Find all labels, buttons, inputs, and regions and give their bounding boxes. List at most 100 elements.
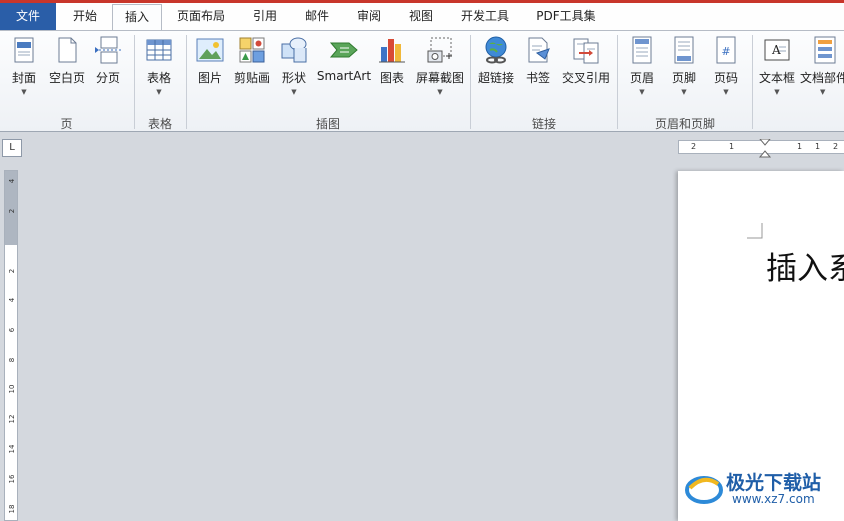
page-break-label: 分页: [95, 71, 120, 85]
tab-selector[interactable]: L: [2, 139, 22, 157]
page-number-icon: #: [716, 36, 736, 64]
ruler-tick: 1: [815, 142, 821, 151]
chevron-down-icon: ▼: [723, 88, 729, 96]
footer-button[interactable]: 页脚 ▼: [668, 35, 700, 96]
cross-reference-icon: [573, 38, 599, 64]
picture-label: 图片: [197, 71, 222, 85]
ruler-tick: 2: [8, 208, 16, 214]
ruler-tick: 2: [833, 142, 839, 151]
hyperlink-label: 超链接: [477, 71, 514, 85]
ruler-tick: 2: [8, 268, 16, 274]
tab-view[interactable]: 视图: [396, 3, 446, 30]
quick-parts-button[interactable]: 文档部件 ▼: [800, 35, 844, 96]
chevron-down-icon: ▼: [774, 88, 780, 96]
tab-insert[interactable]: 插入: [112, 4, 162, 31]
chevron-down-icon: ▼: [156, 88, 162, 96]
page-number-button[interactable]: # 页码 ▼: [710, 35, 742, 96]
tab-file[interactable]: 文件: [0, 3, 56, 30]
blank-page-icon: [58, 37, 77, 63]
chevron-down-icon: ▼: [820, 88, 826, 96]
hyperlink-button[interactable]: 超链接: [476, 35, 516, 86]
chart-button[interactable]: 图表: [377, 35, 407, 86]
cross-reference-button[interactable]: 交叉引用: [559, 35, 613, 86]
group-label-illustrations: 插图: [315, 117, 340, 131]
chevron-down-icon: ▼: [291, 88, 297, 96]
header-button[interactable]: 页眉 ▼: [626, 35, 658, 96]
ruler-tick: 4: [8, 178, 16, 184]
ruler-tick: 18: [8, 504, 16, 514]
table-icon: [146, 39, 172, 61]
group-label-pages: 页: [60, 117, 73, 131]
group-label-header-footer: 页眉和页脚: [654, 117, 715, 131]
watermark-url: www.xz7.com: [732, 492, 815, 506]
ribbon-insert-panel: 封面 ▼ 空白页 分页 页 表格 ▼ 表格 图片 剪贴画 形状 ▼ SmartA…: [0, 30, 844, 132]
clipart-button[interactable]: 剪贴画: [232, 35, 272, 86]
chevron-down-icon: ▼: [21, 88, 27, 96]
table-button[interactable]: 表格 ▼: [142, 35, 176, 96]
smartart-icon: [329, 42, 358, 58]
ruler-tick: 10: [8, 384, 16, 394]
screenshot-icon: [427, 37, 452, 63]
header-icon: [632, 36, 652, 64]
page-break-icon: [95, 36, 121, 64]
picture-button[interactable]: 图片: [194, 35, 226, 86]
chevron-down-icon: ▼: [681, 88, 687, 96]
tab-review[interactable]: 审阅: [344, 3, 394, 30]
group-label-table: 表格: [147, 117, 172, 131]
group-divider: [752, 35, 753, 129]
vertical-ruler: 4 2 2 4 6 8 10 12 14 16 18: [4, 170, 18, 521]
footer-icon: [674, 36, 694, 64]
page-number-label: 页码: [713, 71, 738, 85]
margin-corner-mark: [747, 223, 763, 239]
ruler-tick: 1: [797, 142, 803, 151]
bookmark-button[interactable]: 书签: [523, 35, 553, 86]
footer-label: 页脚: [671, 71, 696, 85]
screenshot-button[interactable]: 屏幕截图 ▼: [414, 35, 466, 96]
bookmark-icon: [528, 37, 550, 63]
ruler-tick: 2: [691, 142, 697, 151]
blank-page-button[interactable]: 空白页: [46, 35, 88, 86]
picture-icon: [196, 38, 224, 62]
screenshot-label: 屏幕截图: [415, 71, 464, 85]
clipart-label: 剪贴画: [233, 71, 270, 85]
chevron-down-icon: ▼: [639, 88, 645, 96]
document-text[interactable]: 插入系: [766, 243, 844, 288]
indent-marker-icon[interactable]: [759, 139, 771, 159]
tab-developer[interactable]: 开发工具: [450, 3, 520, 30]
chart-label: 图表: [379, 71, 404, 85]
tab-home[interactable]: 开始: [60, 3, 110, 30]
header-label: 页眉: [629, 71, 654, 85]
svg-text:A: A: [771, 43, 781, 57]
watermark-title: 极光下载站: [726, 472, 822, 494]
tab-mailings[interactable]: 邮件: [292, 3, 342, 30]
shapes-label: 形状: [281, 71, 306, 85]
cover-page-label: 封面: [11, 71, 36, 85]
tab-pdf-tools[interactable]: PDF工具集: [526, 3, 606, 30]
ruler-tick: 14: [8, 444, 16, 454]
tab-references[interactable]: 引用: [240, 3, 290, 30]
quick-parts-icon: [814, 36, 836, 64]
cross-reference-label: 交叉引用: [561, 71, 610, 85]
quick-parts-label: 文档部件: [800, 71, 844, 85]
smartart-label: SmartArt: [316, 69, 372, 83]
group-label-links: 链接: [531, 117, 556, 131]
aurora-logo-icon: [685, 476, 723, 504]
bookmark-label: 书签: [525, 71, 550, 85]
chevron-down-icon: ▼: [437, 88, 443, 96]
ruler-tick: 12: [8, 414, 16, 424]
tab-page-layout[interactable]: 页面布局: [166, 3, 236, 30]
cover-page-button[interactable]: 封面 ▼: [6, 35, 42, 96]
shapes-button[interactable]: 形状 ▼: [278, 35, 310, 96]
textbox-icon: A: [764, 39, 790, 61]
svg-text:#: #: [721, 45, 730, 58]
ruler-tick: 1: [729, 142, 735, 151]
site-watermark: 极光下载站 www.xz7.com: [684, 468, 844, 508]
smartart-button[interactable]: SmartArt: [316, 35, 372, 83]
ruler-tick: 16: [8, 474, 16, 484]
textbox-label: 文本框: [758, 71, 795, 85]
ribbon-tab-strip: 文件 开始 插入 页面布局 引用 邮件 审阅 视图 开发工具 PDF工具集: [0, 3, 844, 31]
textbox-button[interactable]: A 文本框 ▼: [757, 35, 797, 96]
page-break-button[interactable]: 分页: [92, 35, 124, 86]
globe-link-icon: [485, 36, 507, 64]
cover-page-icon: [14, 37, 34, 63]
